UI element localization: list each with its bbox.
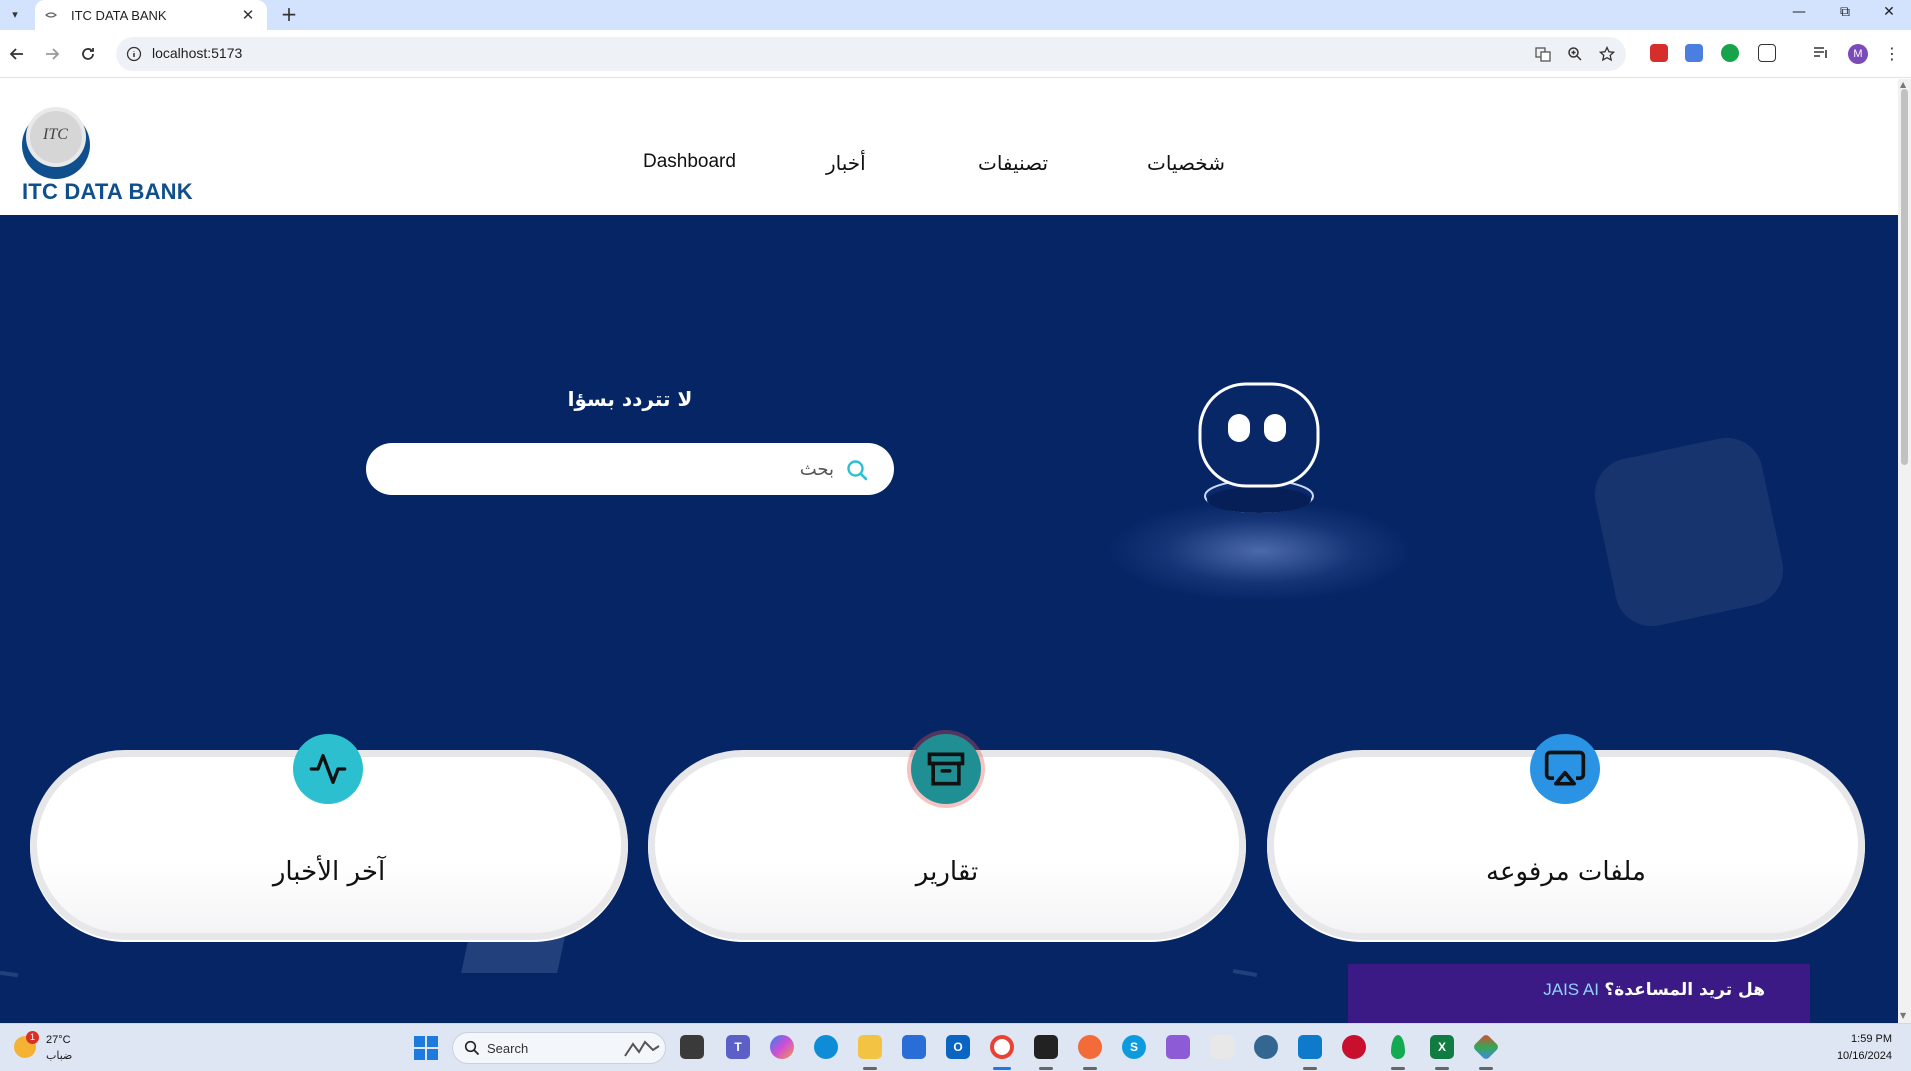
postgresql-icon[interactable] [1254,1035,1278,1059]
excel-icon[interactable]: X [1430,1035,1454,1059]
browser-toolbar: localhost:5173 M ⋮ [0,30,1911,78]
chrome-icon[interactable] [990,1035,1014,1059]
help-text: هل تريد المساعدة؟ JAIS AI [1543,980,1765,1000]
vscode-icon[interactable] [1298,1035,1322,1059]
logo-text[interactable]: ITC DATA BANK [22,179,193,205]
background-decoration [0,970,19,978]
copilot-icon[interactable] [770,1035,794,1059]
skype-icon[interactable]: S [1122,1035,1146,1059]
help-chat-bar[interactable]: هل تريد المساعدة؟ JAIS AI [1348,964,1810,1023]
taskbar-search[interactable]: Search [452,1032,666,1064]
browser-menu-icon[interactable]: ⋮ [1884,44,1900,63]
edge-icon[interactable] [814,1035,838,1059]
nav-news[interactable]: أخبار [826,151,866,175]
grammarly-icon[interactable] [1721,44,1739,62]
clock-date[interactable]: 10/16/2024 [1818,1050,1892,1062]
search-input[interactable] [386,443,834,495]
filezilla-icon[interactable] [1342,1035,1366,1059]
running-indicator [1435,1067,1449,1070]
activity-icon [293,734,363,804]
git-kraken-icon[interactable] [1472,1033,1500,1061]
translate-icon[interactable] [1535,46,1551,66]
scroll-up-icon[interactable]: ▲ [1900,80,1906,89]
close-window-icon[interactable]: ✕ [1878,4,1900,20]
active-app-indicator [993,1067,1011,1070]
site-info-icon[interactable] [126,46,142,66]
tab-close-icon[interactable]: ✕ [239,6,257,24]
running-indicator [1303,1067,1317,1070]
zoom-icon[interactable] [1567,46,1583,66]
taskbar: 1 27°C ضباب Search T O S X 1:59 PM 10/16… [0,1023,1911,1071]
background-decoration [461,937,565,973]
bookmark-star-icon[interactable] [1598,45,1616,66]
forward-icon[interactable] [40,42,64,66]
card-label: آخر الأخبار [272,857,386,887]
slack-icon[interactable] [1210,1035,1234,1059]
start-button[interactable] [414,1036,438,1060]
archive-icon [911,734,981,804]
logo-badge-text: ITC [43,126,68,143]
extension-red-icon[interactable] [1650,44,1668,62]
new-tab-button[interactable]: + [278,3,300,25]
browser-tabstrip: ▾ ITC DATA BANK ✕ + — ⧉ ✕ [0,0,1911,30]
running-indicator [1083,1067,1097,1070]
outlook-icon[interactable]: O [946,1035,970,1059]
mongodb-icon[interactable] [1391,1035,1405,1059]
scroll-down-icon[interactable]: ▼ [1900,1011,1906,1020]
media-controls-icon[interactable] [1812,44,1830,62]
scroll-thumb[interactable] [1901,89,1908,465]
clock-time[interactable]: 1:59 PM [1818,1033,1892,1045]
nav-dashboard[interactable]: Dashboard [643,151,736,173]
back-icon[interactable] [5,42,29,66]
running-indicator [1391,1067,1405,1070]
reload-icon[interactable] [76,42,100,66]
file-explorer-icon[interactable] [858,1035,882,1059]
background-decoration [1232,968,1258,978]
tab-title: ITC DATA BANK [71,7,167,23]
url-text[interactable]: localhost:5173 [152,45,242,61]
running-indicator [1039,1067,1053,1070]
profile-avatar[interactable]: M [1848,44,1868,64]
weather-condition[interactable]: ضباب [46,1049,72,1062]
microsoft-store-icon[interactable] [902,1035,926,1059]
tab-search-chevron-icon[interactable]: ▾ [4,3,26,25]
running-indicator [1479,1067,1493,1070]
nav-categories[interactable]: تصنيفات [978,151,1048,175]
robot-assistant-icon[interactable] [1197,382,1321,526]
page-scrollbar[interactable]: ▲ ▼ [1898,79,1911,1023]
search-bar [366,443,894,495]
search-icon [464,1040,480,1060]
tab-favicon-icon [45,10,57,20]
address-bar[interactable]: localhost:5173 [116,37,1626,71]
background-decoration [1588,431,1790,633]
card-label: ملفات مرفوعه [1486,857,1646,887]
visual-studio-icon[interactable] [1166,1035,1190,1059]
teams-icon[interactable]: T [726,1035,750,1059]
restore-icon[interactable]: ⧉ [1834,4,1856,20]
search-highlight-icon [623,1038,661,1060]
search-icon[interactable] [842,455,872,485]
help-brand: JAIS AI [1543,980,1599,999]
card-label: تقارير [915,857,979,887]
notification-badge: 1 [26,1031,39,1044]
taskbar-search-label: Search [487,1041,529,1056]
weather-temperature[interactable]: 27°C [46,1034,71,1046]
hero-question: لا تتردد بسؤا [567,387,693,411]
nav-personalities[interactable]: شخصيات [1147,151,1225,175]
site-header: ITC ITC DATA BANK Dashboard أخبار تصنيفا… [0,79,1898,215]
sticky-notes-icon[interactable] [1034,1035,1058,1059]
airplay-icon [1530,734,1600,804]
postman-icon[interactable] [1078,1035,1102,1059]
hero-section: لا تتردد بسؤا آخر الأخبار تقارير [0,215,1898,1023]
running-indicator [863,1067,877,1070]
logo-icon[interactable]: ITC [20,107,92,179]
minimize-icon[interactable]: — [1788,4,1810,20]
page-viewport: ITC ITC DATA BANK Dashboard أخبار تصنيفا… [0,79,1898,1023]
browser-tab[interactable]: ITC DATA BANK ✕ [35,0,267,30]
extension-translate-icon[interactable] [1685,44,1703,62]
help-question: هل تريد المساعدة؟ [1604,980,1765,1000]
extensions-puzzle-icon[interactable] [1758,44,1776,62]
task-view-icon[interactable] [680,1035,704,1059]
